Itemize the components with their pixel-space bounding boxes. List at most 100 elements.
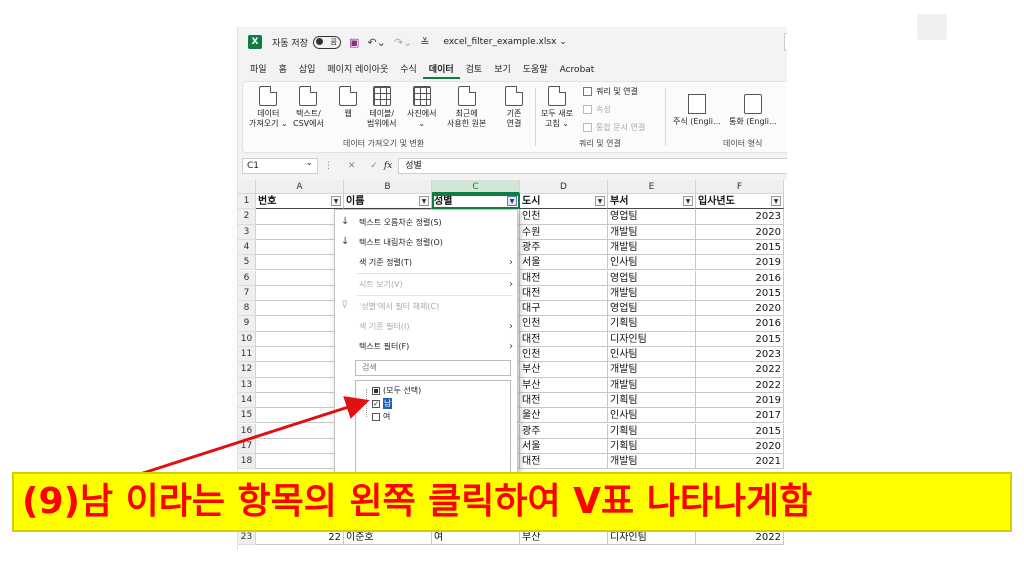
select-all-checkbox[interactable]: [372, 386, 380, 395]
cell-dept[interactable]: 기획팀: [608, 423, 696, 439]
header-cell-name[interactable]: 이름 ▼: [344, 194, 432, 210]
tab-review[interactable]: 검토: [460, 61, 489, 79]
cell-year[interactable]: 2023: [696, 209, 784, 225]
name-box[interactable]: C1: [242, 156, 318, 174]
cell-city[interactable]: 서울: [520, 438, 608, 455]
female-checkbox-item[interactable]: 여: [372, 411, 390, 422]
column-header-c[interactable]: C: [432, 180, 520, 194]
cell-no[interactable]: [256, 377, 344, 393]
cell-city[interactable]: 대전: [520, 270, 608, 286]
cell-no[interactable]: [256, 438, 344, 455]
column-header-a[interactable]: A: [256, 180, 344, 194]
cell-dept[interactable]: 디자인팀: [608, 331, 696, 347]
cell-dept[interactable]: 기획팀: [608, 316, 696, 332]
get-data-button[interactable]: 데이터 가져오기 ⌄: [249, 86, 288, 129]
cell-city[interactable]: 인천: [520, 347, 608, 363]
cell-no[interactable]: [256, 392, 344, 409]
cell-city[interactable]: 인천: [520, 316, 608, 332]
edit-links-button[interactable]: 통합 문서 연결: [583, 122, 645, 133]
redo-icon[interactable]: ↷⌄: [394, 36, 412, 49]
queries-connections-button[interactable]: 쿼리 및 연결: [583, 86, 638, 97]
cell-no[interactable]: [256, 347, 344, 363]
cell-no[interactable]: [256, 301, 344, 317]
cell-dept[interactable]: 개발팀: [608, 285, 696, 302]
tab-file[interactable]: 파일: [238, 61, 273, 79]
from-picture-button[interactable]: 사진에서 ⌄: [407, 86, 436, 129]
cell-city[interactable]: 부산: [520, 377, 608, 393]
row-header[interactable]: 5: [238, 255, 256, 271]
row-header[interactable]: 11: [238, 347, 256, 363]
cell-gender[interactable]: 여: [432, 530, 520, 546]
cell-year[interactable]: 2015: [696, 285, 784, 302]
row-header[interactable]: 14: [238, 392, 256, 409]
tab-help[interactable]: 도움말: [517, 61, 554, 79]
cell-dept[interactable]: 개발팀: [608, 362, 696, 378]
cell-dept[interactable]: 개발팀: [608, 377, 696, 393]
header-cell-gender[interactable]: 성별 ▼: [432, 194, 520, 210]
row-header[interactable]: 17: [238, 438, 256, 455]
save-icon[interactable]: ▣: [349, 36, 359, 49]
filter-dropdown-button[interactable]: ▼: [683, 196, 693, 206]
column-header-d[interactable]: D: [520, 180, 608, 194]
cell-city[interactable]: 서울: [520, 255, 608, 271]
row-header[interactable]: 1: [238, 194, 256, 210]
cell-no[interactable]: [256, 362, 344, 378]
cell-city[interactable]: 부산: [520, 530, 608, 546]
filter-dropdown-button[interactable]: ▼: [331, 196, 341, 206]
from-text-csv-button[interactable]: 텍스트/ CSV에서: [293, 86, 324, 129]
cell-name[interactable]: 이준호: [344, 530, 432, 546]
cell-year[interactable]: 2019: [696, 255, 784, 271]
cell-year[interactable]: 2020: [696, 438, 784, 455]
tab-data[interactable]: 데이터: [422, 61, 460, 79]
search-box[interactable]: [784, 33, 787, 51]
from-table-range-button[interactable]: 테이블/ 범위에서: [367, 86, 396, 129]
cell-year[interactable]: 2017: [696, 408, 784, 424]
cell-dept[interactable]: 인사팀: [608, 255, 696, 271]
cell-no[interactable]: [256, 316, 344, 332]
cell-dept[interactable]: 영업팀: [608, 270, 696, 286]
cell-dept[interactable]: 기획팀: [608, 392, 696, 409]
female-checkbox[interactable]: [372, 412, 380, 421]
existing-connections-button[interactable]: 기존 연결: [505, 86, 523, 129]
cell-city[interactable]: 광주: [520, 423, 608, 439]
sort-by-color-item[interactable]: 색 기준 정렬(T) ›: [335, 254, 519, 270]
filter-dropdown-button[interactable]: ▼: [771, 196, 781, 206]
cell-no[interactable]: [256, 454, 344, 470]
cell-year[interactable]: 2022: [696, 362, 784, 378]
autosave-toggle[interactable]: 끔: [312, 35, 341, 49]
cell-dept[interactable]: 인사팀: [608, 408, 696, 424]
row-header[interactable]: 7: [238, 285, 256, 302]
cell-dept[interactable]: 개발팀: [608, 454, 696, 470]
cell-year[interactable]: 2015: [696, 423, 784, 439]
cell-dept[interactable]: 영업팀: [608, 209, 696, 225]
filter-by-color-item[interactable]: 색 기준 필터(I) ›: [335, 318, 519, 334]
sort-ascending-item[interactable]: ↓ 텍스트 오름차순 정렬(S): [335, 214, 519, 230]
tab-acrobat[interactable]: Acrobat: [554, 61, 601, 79]
cell-no[interactable]: [256, 423, 344, 439]
cell-year[interactable]: 2022: [696, 530, 784, 546]
cell-no[interactable]: 22: [256, 530, 344, 546]
cell-no[interactable]: [256, 224, 344, 240]
row-header[interactable]: 3: [238, 224, 256, 240]
male-checkbox[interactable]: ✓: [372, 399, 380, 408]
cell-city[interactable]: 광주: [520, 239, 608, 256]
column-header-e[interactable]: E: [608, 180, 696, 194]
cell-dept[interactable]: 개발팀: [608, 239, 696, 256]
cell-year[interactable]: 2020: [696, 301, 784, 317]
column-header-b[interactable]: B: [344, 180, 432, 194]
cell-year[interactable]: 2023: [696, 347, 784, 363]
cell-year[interactable]: 2020: [696, 224, 784, 240]
recent-sources-button[interactable]: 최근에 사용한 원본: [447, 86, 486, 129]
cell-year[interactable]: 2021: [696, 454, 784, 470]
cell-year[interactable]: 2016: [696, 316, 784, 332]
header-cell-city[interactable]: 도시 ▼: [520, 194, 608, 210]
row-header[interactable]: 16: [238, 423, 256, 439]
properties-button[interactable]: 속성: [583, 104, 611, 115]
tab-formulas[interactable]: 수식: [394, 61, 423, 79]
row-header[interactable]: 10: [238, 331, 256, 347]
row-header[interactable]: 8: [238, 301, 256, 317]
cell-dept[interactable]: 영업팀: [608, 301, 696, 317]
tab-insert[interactable]: 삽입: [293, 61, 322, 79]
cell-dept[interactable]: 개발팀: [608, 224, 696, 240]
cell-no[interactable]: [256, 209, 344, 225]
